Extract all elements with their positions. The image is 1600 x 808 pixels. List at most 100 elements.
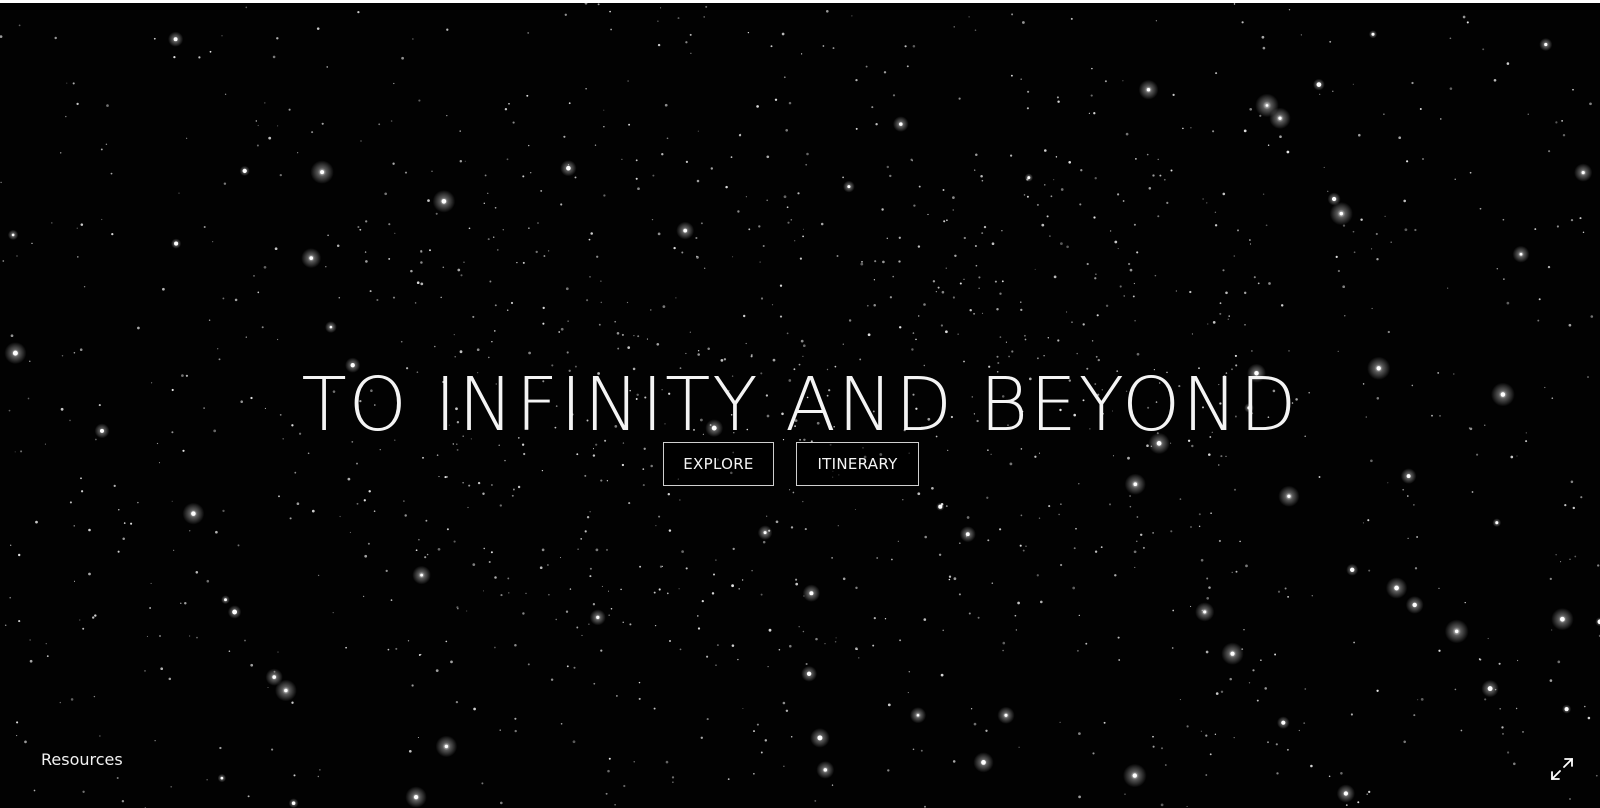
star: [886, 165, 890, 169]
star: [937, 286, 940, 289]
star: [121, 799, 125, 803]
star: [1164, 764, 1167, 766]
star: [507, 577, 510, 580]
star: [1105, 304, 1109, 307]
bright-star: [242, 168, 247, 174]
star: [610, 28, 612, 31]
star: [435, 212, 438, 215]
star: [1556, 225, 1559, 228]
star: [623, 784, 626, 788]
star: [666, 137, 669, 140]
star: [826, 10, 829, 13]
star: [1454, 688, 1457, 691]
star: [459, 130, 461, 132]
star: [1329, 40, 1332, 43]
star: [1311, 595, 1313, 597]
star: [783, 76, 786, 79]
star: [996, 355, 999, 358]
star: [1589, 102, 1592, 106]
star: [1134, 566, 1136, 568]
star: [212, 241, 214, 243]
star: [635, 159, 638, 162]
star: [93, 695, 96, 698]
star: [1209, 753, 1212, 756]
star: [605, 548, 609, 551]
star: [783, 195, 787, 199]
star: [144, 670, 146, 672]
star: [743, 314, 746, 318]
star: [638, 697, 641, 700]
star: [1286, 150, 1290, 154]
star: [1252, 669, 1255, 672]
star: [600, 280, 602, 282]
star: [1449, 37, 1452, 40]
star: [1022, 549, 1025, 552]
bright-star: [220, 776, 224, 780]
star: [731, 644, 735, 647]
star: [865, 65, 868, 68]
itinerary-button[interactable]: ITINERARY: [796, 442, 919, 486]
star: [1265, 224, 1268, 227]
star: [927, 213, 929, 216]
star: [173, 549, 175, 551]
star: [1245, 564, 1248, 568]
star: [69, 501, 72, 504]
star: [616, 695, 618, 697]
expand-arrows-icon[interactable]: [1549, 756, 1575, 782]
star: [815, 637, 818, 641]
star: [500, 594, 503, 597]
star: [584, 3, 588, 5]
star: [522, 261, 525, 264]
star: [1214, 211, 1217, 213]
explore-button[interactable]: EXPLORE: [663, 442, 774, 486]
star: [766, 199, 769, 202]
star: [912, 332, 915, 334]
star: [0, 181, 2, 184]
star: [1286, 748, 1289, 751]
resources-link[interactable]: Resources: [41, 750, 123, 769]
star: [146, 635, 148, 637]
star: [1078, 614, 1080, 617]
star: [1136, 352, 1140, 356]
star: [1406, 495, 1409, 497]
star: [598, 323, 601, 326]
bright-star: [809, 591, 814, 596]
star: [360, 140, 362, 142]
bright-star: [291, 801, 296, 805]
star: [1022, 21, 1025, 24]
star: [1039, 600, 1043, 604]
star: [357, 225, 360, 229]
star: [94, 614, 97, 617]
star: [1275, 743, 1278, 746]
star: [404, 514, 407, 517]
star: [1268, 282, 1271, 285]
star: [920, 749, 923, 752]
star: [594, 144, 597, 146]
star: [206, 579, 210, 583]
star: [889, 174, 892, 178]
star: [184, 602, 187, 605]
star: [704, 267, 706, 269]
star: [978, 287, 980, 289]
star: [1205, 734, 1208, 737]
star: [1243, 129, 1247, 133]
star: [264, 102, 266, 104]
star: [367, 542, 370, 545]
star: [1175, 290, 1177, 292]
star: [1139, 533, 1143, 537]
star: [1207, 323, 1209, 325]
star: [1048, 505, 1051, 508]
star: [756, 105, 759, 108]
star: [1352, 230, 1355, 233]
star: [537, 222, 539, 224]
star: [435, 669, 439, 672]
star: [257, 124, 259, 127]
bright-star: [1281, 720, 1286, 725]
star: [789, 644, 792, 648]
star: [493, 330, 496, 332]
star: [689, 331, 691, 333]
star: [364, 554, 368, 558]
star: [1133, 282, 1136, 285]
star: [832, 47, 835, 50]
star: [974, 29, 977, 31]
